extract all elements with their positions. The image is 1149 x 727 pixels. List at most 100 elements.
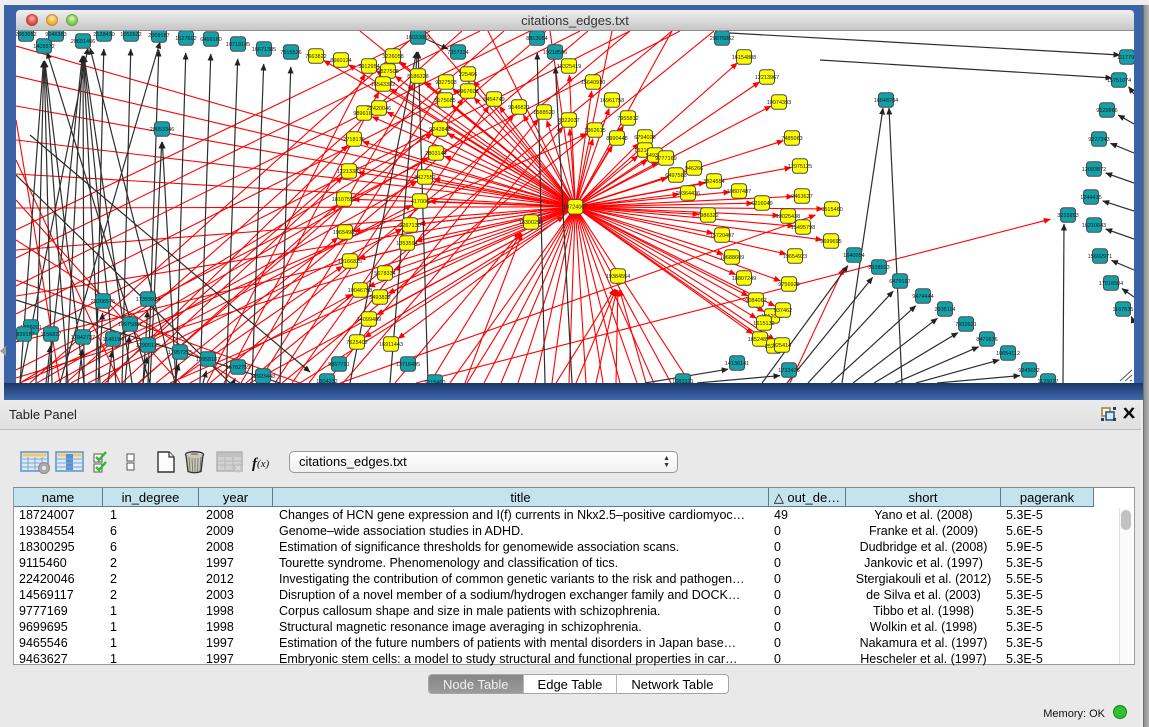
svg-text:19166825: 19166825 [338,259,362,265]
svg-text:12905135: 12905135 [136,343,160,349]
svg-text:10046758: 10046758 [348,288,372,294]
svg-text:10807487: 10807487 [727,189,751,195]
svg-text:12213967: 12213967 [755,75,779,81]
svg-text:2803144: 2803144 [425,151,446,157]
svg-text:17957255: 17957255 [168,350,192,356]
svg-text:16543382: 16543382 [371,82,395,88]
svg-text:946266: 946266 [685,166,703,172]
svg-text:17359924: 17359924 [136,297,160,303]
svg-text:1156827: 1156827 [40,332,61,338]
svg-text:1362615: 1362615 [584,128,605,134]
svg-text:8938923: 8938923 [868,265,889,271]
svg-text:19654923: 19654923 [783,254,807,260]
svg-text:417006: 417006 [411,199,429,205]
svg-text:2009187: 2009187 [148,33,169,39]
svg-text:9227343: 9227343 [1088,137,1109,143]
svg-text:1052632: 1052632 [120,32,141,38]
svg-text:6497568: 6497568 [665,173,686,179]
svg-text:12093872: 12093872 [1082,167,1106,173]
svg-text:6794028: 6794028 [634,135,655,141]
svg-text:1405572: 1405572 [33,44,54,50]
svg-text:8454749: 8454749 [483,97,504,103]
svg-text:9474444: 9474444 [912,294,933,300]
svg-text:2063052: 2063052 [16,32,37,38]
svg-text:1733426: 1733426 [778,368,799,374]
svg-text:1244415: 1244415 [1080,195,1101,201]
svg-text:18300295: 18300295 [519,220,543,226]
svg-text:3267130: 3267130 [399,223,420,229]
svg-text:13325419: 13325419 [557,64,581,70]
svg-text:3493822: 3493822 [369,295,390,301]
svg-text:16033809: 16033809 [406,35,430,41]
svg-text:8990448: 8990448 [606,136,627,142]
svg-text:1167535: 1167535 [1112,307,1133,313]
svg-text:8186328: 8186328 [407,74,428,80]
svg-text:9242848: 9242848 [429,127,450,133]
svg-text:16782759: 16782759 [226,365,250,371]
svg-text:12942737: 12942737 [71,335,95,341]
svg-text:9115460: 9115460 [424,380,445,383]
svg-text:7955812: 7955812 [617,116,638,122]
svg-text:2935114: 2935114 [934,307,955,313]
svg-text:16911443: 16911443 [379,342,403,348]
svg-text:18107552: 18107552 [332,197,356,203]
svg-text:16648784: 16648784 [874,98,898,104]
svg-text:7932621: 7932621 [955,322,976,328]
svg-text:225466: 225466 [459,72,477,78]
svg-text:9084067: 9084067 [745,298,766,304]
svg-text:13716485: 13716485 [396,362,420,368]
svg-text:10688609: 10688609 [720,255,744,261]
svg-text:1527602: 1527602 [175,36,196,42]
svg-text:19654985: 19654985 [333,230,357,236]
svg-text:10025438: 10025438 [776,214,800,220]
svg-text:16154808: 16154808 [732,55,756,61]
svg-text:19218506: 19218506 [543,50,567,56]
svg-text:20053346: 20053346 [150,127,174,133]
svg-text:9756928: 9756928 [778,282,799,288]
svg-text:7485063: 7485063 [781,136,802,142]
svg-text:18724007: 18724007 [563,205,587,211]
svg-text:7625402: 7625402 [346,340,367,346]
svg-text:9777169: 9777169 [655,156,676,162]
svg-text:6479197: 6479197 [889,279,910,285]
svg-text:1615132: 1615132 [753,321,774,327]
svg-text:2718176: 2718176 [343,137,364,143]
svg-text:16961758: 16961758 [600,98,624,104]
svg-text:10958187: 10958187 [196,357,220,363]
svg-text:925414: 925414 [773,343,791,349]
svg-text:1117795: 1117795 [1117,55,1134,61]
svg-text:8427552: 8427552 [414,175,435,181]
svg-text:20206575: 20206575 [91,299,115,305]
svg-text:16671385: 16671385 [252,47,276,53]
svg-text:10975887: 10975887 [118,322,142,328]
svg-text:9699695: 9699695 [820,239,841,245]
svg-text:8322037: 8322037 [558,118,579,124]
svg-text:9515460: 9515460 [821,207,842,213]
svg-text:5678334: 5678334 [374,271,395,277]
svg-text:7515526: 7515526 [280,50,301,56]
svg-text:12923448: 12923448 [251,374,275,380]
svg-text:8660124: 8660124 [330,58,351,64]
svg-text:14136141: 14136141 [725,361,749,367]
svg-text:22420046: 22420046 [367,106,391,112]
svg-text:3215953: 3215953 [1057,213,1078,219]
svg-text:9827508: 9827508 [377,69,398,75]
svg-text:12213383: 12213383 [337,169,361,175]
svg-text:9046383: 9046383 [45,32,66,38]
svg-text:1125027: 1125027 [1037,379,1058,383]
svg-text:9463627: 9463627 [791,194,812,200]
svg-text:15692971: 15692971 [1088,254,1112,260]
svg-text:3824554: 3824554 [703,179,724,185]
svg-text:7357224: 7357224 [447,50,468,56]
svg-text:10719185: 10719185 [226,42,250,48]
svg-text:7986322: 7986322 [697,213,718,219]
svg-text:17016504: 17016504 [1099,281,1123,287]
svg-text:9245052: 9245052 [1018,368,1039,374]
svg-text:15640910: 15640910 [581,80,605,86]
svg-text:1839157: 1839157 [16,332,35,338]
svg-text:3175685: 3175685 [434,98,455,104]
svg-text:12975125: 12975125 [788,164,812,170]
svg-text:1145194: 1145194 [102,337,123,343]
svg-text:20876862: 20876862 [710,36,734,42]
svg-text:1083321: 1083321 [672,379,693,383]
